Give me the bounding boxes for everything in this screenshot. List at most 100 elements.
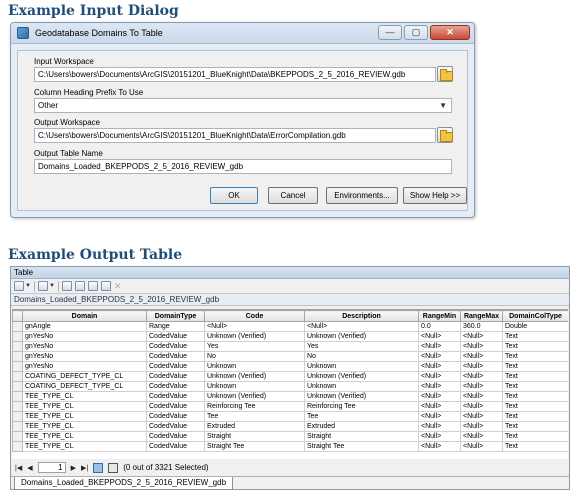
column-header[interactable]: Domain <box>22 310 147 322</box>
output-workspace-field[interactable]: C:\Users\bowers\Documents\ArcGIS\2015120… <box>34 128 436 143</box>
table-cell[interactable]: <Null> <box>418 371 461 382</box>
table-cell[interactable]: Text <box>502 401 568 412</box>
table-cell[interactable]: TEE_TYPE_CL <box>22 441 147 452</box>
row-selector[interactable] <box>12 421 23 432</box>
column-header[interactable]: Code <box>204 310 305 322</box>
table-cell[interactable]: Unknown <box>304 381 419 392</box>
table-cell[interactable]: Unknown (Verified) <box>204 371 305 382</box>
table-cell[interactable]: TEE_TYPE_CL <box>22 391 147 402</box>
dialog-titlebar[interactable]: Geodatabase Domains To Table — ▢ ✕ <box>11 23 474 44</box>
table-cell[interactable]: CodedValue <box>146 361 205 372</box>
table-cell[interactable]: Tee <box>204 411 305 422</box>
table-cell[interactable]: Text <box>502 351 568 362</box>
column-header[interactable]: RangeMax <box>460 310 503 322</box>
table-cell[interactable]: Double <box>502 321 568 332</box>
table-cell[interactable]: <Null> <box>418 381 461 392</box>
table-row[interactable]: TEE_TYPE_CL CodedValue Reinforcing Tee Rein… <box>12 401 568 412</box>
table-cell[interactable]: Text <box>502 331 568 342</box>
row-selector[interactable] <box>12 341 23 352</box>
table-cell[interactable]: Straight <box>204 431 305 442</box>
table-cell[interactable]: Text <box>502 431 568 442</box>
table-cell[interactable]: CodedValue <box>146 431 205 442</box>
table-cell[interactable]: CodedValue <box>146 441 205 452</box>
input-workspace-browse-icon[interactable] <box>437 66 453 82</box>
prefix-select[interactable]: Other ▼ <box>34 98 452 113</box>
table-cell[interactable]: <Null> <box>460 391 503 402</box>
table-cell[interactable]: CodedValue <box>146 401 205 412</box>
row-selector[interactable] <box>12 391 23 402</box>
table-cell[interactable]: CodedValue <box>146 391 205 402</box>
row-selector[interactable] <box>12 321 23 332</box>
table-cell[interactable]: Unknown <box>304 361 419 372</box>
table-cell[interactable]: Text <box>502 381 568 392</box>
table-cell[interactable]: <Null> <box>460 331 503 342</box>
switch-selection-icon[interactable] <box>74 281 85 291</box>
show-selected-records-icon[interactable] <box>108 462 119 473</box>
clear-selection-icon[interactable] <box>87 281 98 291</box>
table-row[interactable]: COATING_DEFECT_TYPE_CL CodedValue Unknown … <box>12 371 568 382</box>
output-workspace-browse-icon[interactable] <box>437 127 453 143</box>
table-cell[interactable]: Straight <box>304 431 419 442</box>
zoom-to-selected-icon[interactable] <box>100 281 111 291</box>
table-cell[interactable]: <Null> <box>460 421 503 432</box>
row-selector[interactable] <box>12 441 23 452</box>
table-cell[interactable]: <Null> <box>418 421 461 432</box>
table-cell[interactable]: No <box>204 351 305 362</box>
table-cell[interactable]: Unknown (Verified) <box>304 331 419 342</box>
cancel-button[interactable]: Cancel <box>268 187 318 204</box>
table-cell[interactable]: <Null> <box>418 351 461 362</box>
table-cell[interactable]: Reinforcing Tee <box>204 401 305 412</box>
table-cell[interactable]: Straight Tee <box>204 441 305 452</box>
table-row[interactable]: TEE_TYPE_CL CodedValue Straight Tee Straigh… <box>12 441 568 452</box>
table-cell[interactable]: Text <box>502 391 568 402</box>
first-record-icon[interactable]: |◀ <box>15 464 22 472</box>
table-cell[interactable]: COATING_DEFECT_TYPE_CL <box>22 371 147 382</box>
table-cell[interactable]: TEE_TYPE_CL <box>22 401 147 412</box>
table-cell[interactable]: <Null> <box>304 321 419 332</box>
row-selector[interactable] <box>12 351 23 362</box>
maximize-button[interactable]: ▢ <box>404 25 428 40</box>
table-cell[interactable]: <Null> <box>460 431 503 442</box>
next-record-icon[interactable]: ▶ <box>71 464 76 472</box>
last-record-icon[interactable]: ▶| <box>81 464 88 472</box>
input-workspace-field[interactable]: C:\Users\bowers\Documents\ArcGIS\2015120… <box>34 67 436 82</box>
table-cell[interactable]: <Null> <box>418 401 461 412</box>
table-row[interactable]: TEE_TYPE_CL CodedValue Extruded Extruded <Nu… <box>12 421 568 432</box>
table-cell[interactable]: Yes <box>304 341 419 352</box>
table-cell[interactable]: <Null> <box>418 341 461 352</box>
record-number-input[interactable]: 1 <box>37 462 66 473</box>
output-table-field[interactable]: Domains_Loaded_BKEPPODS_2_5_2016_REVIEW_… <box>34 159 452 174</box>
table-cell[interactable]: Unknown <box>204 361 305 372</box>
table-row[interactable]: TEE_TYPE_CL CodedValue Tee Tee <Null> <Null> T… <box>12 411 568 422</box>
show-help-button[interactable]: Show Help >> <box>403 187 467 204</box>
table-cell[interactable]: Text <box>502 341 568 352</box>
table-cell[interactable]: gnYesNo <box>22 361 147 372</box>
table-cell[interactable]: Unknown <box>204 381 305 392</box>
table-cell[interactable]: CodedValue <box>146 331 205 342</box>
row-selector-header[interactable] <box>12 310 23 322</box>
chevron-down-icon[interactable]: ▼ <box>49 283 55 289</box>
delete-selected-icon[interactable]: ✕ <box>114 281 122 292</box>
table-cell[interactable]: CodedValue <box>146 351 205 362</box>
select-by-attributes-icon[interactable] <box>61 281 72 291</box>
chevron-down-icon[interactable]: ▼ <box>25 283 31 289</box>
table-cell[interactable]: No <box>304 351 419 362</box>
table-cell[interactable]: <Null> <box>418 391 461 402</box>
row-selector[interactable] <box>12 371 23 382</box>
table-cell[interactable]: CodedValue <box>146 341 205 352</box>
table-cell[interactable]: Text <box>502 441 568 452</box>
table-row[interactable]: gnYesNo CodedValue Unknown (Verified) Unkno… <box>12 331 568 342</box>
column-header[interactable]: DomainColType <box>502 310 568 322</box>
table-cell[interactable]: Extruded <box>204 421 305 432</box>
ok-button[interactable]: OK <box>210 187 258 204</box>
table-cell[interactable]: <Null> <box>460 411 503 422</box>
table-cell[interactable]: <Null> <box>460 401 503 412</box>
show-all-records-icon[interactable] <box>93 462 104 473</box>
table-tab[interactable]: Domains_Loaded_BKEPPODS_2_5_2016_REVIEW_… <box>14 477 234 490</box>
table-cell[interactable]: Range <box>146 321 205 332</box>
table-cell[interactable]: <Null> <box>418 411 461 422</box>
table-cell[interactable]: Unknown (Verified) <box>304 391 419 402</box>
table-cell[interactable]: <Null> <box>460 351 503 362</box>
table-cell[interactable]: Text <box>502 371 568 382</box>
table-cell[interactable]: gnAngle <box>22 321 147 332</box>
